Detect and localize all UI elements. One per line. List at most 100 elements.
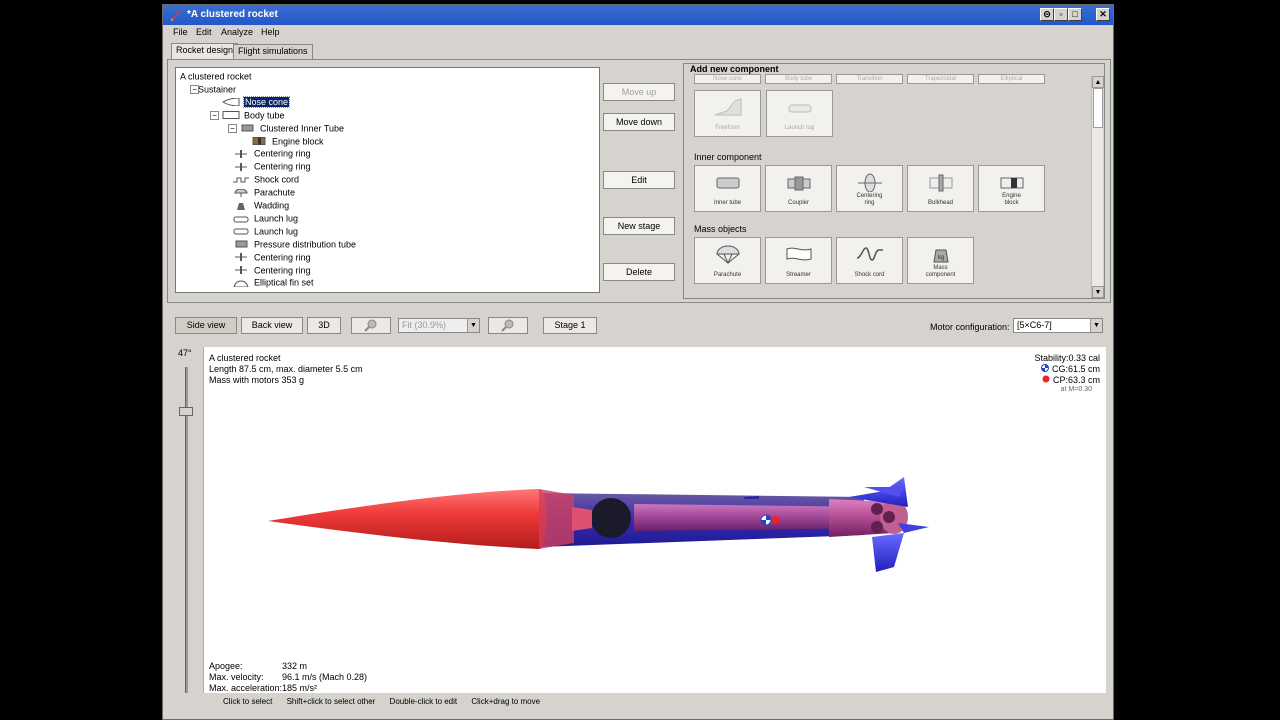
centering-ring-icon bbox=[235, 162, 247, 171]
inner-tube-icon bbox=[241, 124, 254, 132]
rotation-slider[interactable] bbox=[177, 367, 195, 693]
menu-analyze[interactable]: Analyze bbox=[221, 27, 253, 37]
freeform-button[interactable]: Freeform bbox=[694, 90, 761, 137]
svg-text:kg: kg bbox=[938, 255, 944, 261]
tree-item[interactable]: Launch lug bbox=[232, 226, 298, 238]
tree-item[interactable]: Centering ring bbox=[232, 252, 311, 264]
restore-icon[interactable]: ⊝ bbox=[1040, 8, 1054, 21]
menu-file[interactable]: File bbox=[173, 27, 188, 37]
centering-ring-icon bbox=[235, 150, 247, 159]
tree-item[interactable]: Elliptical fin set bbox=[232, 277, 314, 289]
scroll-down-icon[interactable]: ▼ bbox=[1092, 286, 1104, 298]
shock-cord-button[interactable]: Shock cord bbox=[836, 237, 903, 284]
tree-item[interactable]: Wadding bbox=[232, 200, 289, 212]
component-tree[interactable]: A clustered rocket Sustainer − Nose cone Bod… bbox=[175, 67, 600, 293]
tree-item[interactable]: Sustainer bbox=[198, 84, 236, 96]
mass-component-button[interactable]: kg Mass component bbox=[907, 237, 974, 284]
streamer-button[interactable]: Streamer bbox=[765, 237, 832, 284]
collapse-icon[interactable]: − bbox=[228, 123, 237, 133]
maximize-icon[interactable]: □ bbox=[1068, 8, 1082, 21]
tree-item-label: Launch lug bbox=[254, 213, 299, 224]
title-bar: *A clustered rocket ⊝ ▫ □ ✕ bbox=[163, 5, 1113, 25]
component-stub-button[interactable]: Nose cone bbox=[694, 74, 761, 84]
tree-item-label: Nose cone bbox=[242, 96, 291, 109]
component-scrollbar[interactable]: ▲ ▼ bbox=[1091, 76, 1104, 298]
wadding-icon bbox=[237, 202, 245, 210]
nose-cone bbox=[268, 489, 592, 549]
tree-item[interactable]: Clustered Inner Tube bbox=[238, 123, 344, 135]
main-window: *A clustered rocket ⊝ ▫ □ ✕ File Edit An… bbox=[162, 4, 1114, 720]
launch-lug-button[interactable]: Launch lug bbox=[766, 90, 833, 137]
tree-item[interactable]: Body tube bbox=[222, 110, 285, 122]
parachute-icon bbox=[234, 188, 248, 197]
acceleration-value: 185 m/s² bbox=[282, 683, 318, 693]
tree-item[interactable]: Engine block bbox=[250, 136, 324, 148]
apogee-label: Apogee: bbox=[209, 661, 243, 671]
engine-block-button[interactable]: Engine block bbox=[978, 165, 1045, 212]
magnifier-icon bbox=[364, 319, 377, 332]
scroll-thumb[interactable] bbox=[1093, 88, 1103, 128]
minimize-icon[interactable]: ▫ bbox=[1054, 8, 1068, 21]
tree-item-label: Centering ring bbox=[254, 265, 311, 276]
status-hint: Click+drag to move bbox=[471, 697, 541, 706]
tree-item[interactable]: Pressure distribution tube bbox=[232, 239, 356, 251]
zoom-select[interactable]: Fit (30.9%) ▼ bbox=[398, 318, 480, 333]
scroll-up-icon[interactable]: ▲ bbox=[1092, 76, 1104, 88]
centering-ring-button[interactable]: Centering ring bbox=[836, 165, 903, 212]
collapse-icon[interactable]: − bbox=[210, 110, 219, 120]
component-stub-button[interactable]: Transition bbox=[836, 74, 903, 84]
side-view-button[interactable]: Side view bbox=[175, 317, 237, 334]
acceleration-label: Max. acceleration: bbox=[209, 683, 283, 693]
inner-tube-button[interactable]: Inner tube bbox=[694, 165, 761, 212]
cp-marker-icon bbox=[772, 516, 780, 524]
tree-item-label: Elliptical fin set bbox=[254, 278, 314, 289]
tree-item[interactable]: A clustered rocket bbox=[180, 71, 252, 83]
3d-button[interactable]: 3D bbox=[307, 317, 341, 334]
tree-item[interactable]: Centering ring bbox=[232, 265, 311, 277]
menu-bar: File Edit Analyze Help bbox=[163, 25, 1113, 41]
tree-item[interactable]: Nose cone bbox=[222, 96, 291, 109]
tree-item[interactable]: Launch lug bbox=[232, 213, 298, 225]
coupler-icon bbox=[787, 176, 811, 191]
rocket-view-canvas[interactable]: A clustered rocket Length 87.5 cm, max. … bbox=[203, 347, 1106, 693]
edit-button[interactable]: Edit bbox=[603, 171, 675, 189]
component-stub-button[interactable]: Elliptical bbox=[978, 74, 1045, 84]
slider-knob[interactable] bbox=[179, 407, 193, 416]
motor-config-select[interactable]: [5×C6-7] ▼ bbox=[1013, 318, 1103, 333]
tree-item-label: Centering ring bbox=[254, 161, 311, 172]
component-stub-button[interactable]: Body tube bbox=[765, 74, 832, 84]
tree-item-label: Centering ring bbox=[254, 252, 311, 263]
parachute-icon bbox=[716, 245, 740, 264]
component-stub-button[interactable]: Trapezoidal bbox=[907, 74, 974, 84]
move-down-button[interactable]: Move down bbox=[603, 113, 675, 131]
menu-help[interactable]: Help bbox=[261, 27, 280, 37]
zoom-in-button[interactable] bbox=[351, 317, 391, 334]
tree-item[interactable]: Parachute bbox=[232, 187, 295, 199]
zoom-out-button[interactable] bbox=[488, 317, 528, 334]
streamer-icon bbox=[786, 247, 812, 261]
new-stage-button[interactable]: New stage bbox=[603, 217, 675, 235]
bulkhead-button[interactable]: Bulkhead bbox=[907, 165, 974, 212]
tree-item[interactable]: Centering ring bbox=[232, 161, 311, 173]
apogee-value: 332 m bbox=[282, 661, 308, 671]
add-component-title: Add new component bbox=[690, 64, 779, 74]
collapse-icon[interactable]: − bbox=[190, 84, 199, 94]
back-view-button[interactable]: Back view bbox=[241, 317, 303, 334]
mass-objects-title: Mass objects bbox=[694, 224, 747, 234]
stage-button[interactable]: Stage 1 bbox=[543, 317, 597, 334]
delete-button[interactable]: Delete bbox=[603, 263, 675, 281]
coupler-button[interactable]: Coupler bbox=[765, 165, 832, 212]
tab-flight-simulations[interactable]: Flight simulations bbox=[233, 44, 313, 59]
launch-lug-icon bbox=[233, 216, 249, 223]
tree-item[interactable]: Shock cord bbox=[232, 174, 299, 186]
motor-config-label: Motor configuration: bbox=[930, 322, 1010, 332]
tree-item-label: Sustainer bbox=[198, 84, 237, 95]
menu-edit[interactable]: Edit bbox=[196, 27, 212, 37]
inner-tube-icon bbox=[235, 240, 248, 248]
tab-rocket-design[interactable]: Rocket design bbox=[171, 43, 239, 60]
move-up-button[interactable]: Move up bbox=[603, 83, 675, 101]
parachute-button[interactable]: Parachute bbox=[694, 237, 761, 284]
tree-item[interactable]: Centering ring bbox=[232, 148, 311, 160]
rocket-3d-render bbox=[268, 477, 929, 572]
close-icon[interactable]: ✕ bbox=[1096, 8, 1110, 21]
